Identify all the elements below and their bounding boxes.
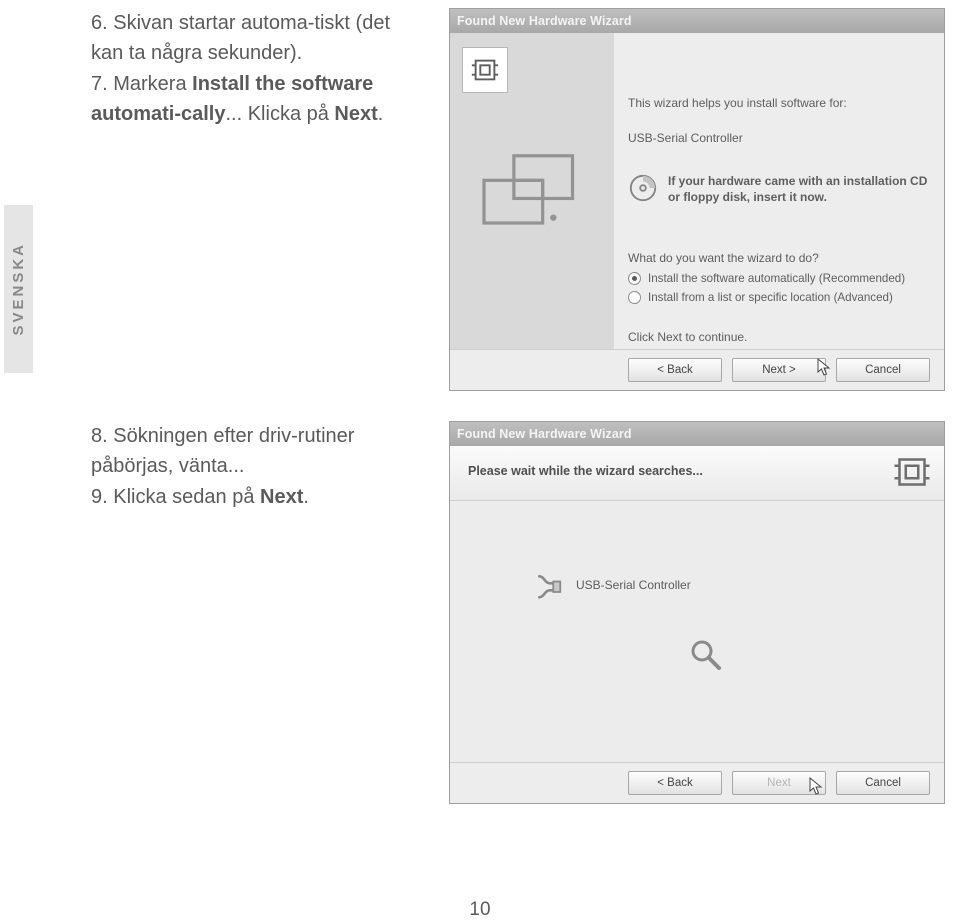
dialog1-continue-text: Click Next to continue.: [628, 330, 747, 344]
searching-icon: [688, 637, 724, 678]
dialog1-titlebar: Found New Hardware Wizard: [450, 9, 944, 33]
radio-install-list[interactable]: Install from a list or specific location…: [628, 291, 893, 304]
mouse-cursor-icon: [809, 777, 824, 797]
dialog1-button-bar: < Back Next > Cancel: [450, 349, 944, 390]
cd-hint-line1: If your hardware came with an installati…: [668, 174, 927, 188]
radio-list-indicator: [628, 291, 641, 304]
step9-bold: Next: [260, 486, 303, 508]
radio-list-label: Install from a list or specific location…: [648, 291, 893, 304]
dialog2-device-name: USB-Serial Controller: [576, 578, 691, 592]
dialog1-title: Found New Hardware Wizard: [457, 14, 632, 28]
cancel-button[interactable]: Cancel: [836, 771, 930, 795]
found-new-hardware-wizard-dialog-1: Found New Hardware Wizard This wizard he…: [449, 8, 945, 391]
step8-text: 8. Sökningen efter driv-rutiner påbörjas…: [91, 425, 354, 477]
cd-hint-line2: or floppy disk, insert it now.: [668, 190, 827, 204]
step6-text: 6. Skivan startar automa-tiskt (det kan …: [91, 12, 390, 64]
back-button[interactable]: < Back: [628, 358, 722, 382]
dialog2-button-bar: < Back Next Cancel: [450, 762, 944, 803]
dialog2-body: USB-Serial Controller: [450, 501, 944, 762]
step7-post: ... Klicka på: [225, 103, 334, 125]
hardware-chip-icon: [892, 452, 932, 492]
step9-end: .: [303, 486, 309, 508]
back-button[interactable]: < Back: [628, 771, 722, 795]
step7-end: .: [378, 103, 384, 125]
dialog2-titlebar: Found New Hardware Wizard: [450, 422, 944, 446]
radio-install-auto[interactable]: Install the software automatically (Reco…: [628, 272, 905, 285]
step7-pre: 7. Markera: [91, 73, 192, 95]
found-new-hardware-wizard-dialog-2: Found New Hardware Wizard Please wait wh…: [449, 421, 945, 804]
radio-auto-label: Install the software automatically (Reco…: [648, 272, 905, 285]
dialog1-cd-hint: If your hardware came with an installati…: [628, 173, 928, 205]
dialog1-question: What do you want the wizard to do?: [628, 251, 819, 265]
wizard-graphic-icon: [475, 143, 589, 239]
step7-next: Next: [334, 103, 377, 125]
connector-icon: [534, 571, 562, 599]
mouse-cursor-icon: [817, 358, 832, 378]
dialog1-device-name: USB-Serial Controller: [628, 131, 743, 145]
cd-icon: [628, 173, 658, 203]
language-tab: SVENSKA: [4, 205, 33, 373]
dialog1-intro-text: This wizard helps you install software f…: [628, 96, 847, 110]
dialog2-title: Found New Hardware Wizard: [457, 427, 632, 441]
page-number: 10: [0, 899, 960, 921]
next-button[interactable]: Next >: [732, 358, 826, 382]
step9-pre: 9. Klicka sedan på: [91, 486, 260, 508]
dialog2-header-text: Please wait while the wizard searches...: [468, 464, 703, 478]
language-label: SVENSKA: [10, 242, 27, 336]
instruction-step-6-7: 6. Skivan startar automa-tiskt (det kan …: [91, 8, 421, 130]
radio-auto-indicator: [628, 272, 641, 285]
hardware-chip-icon: [470, 55, 500, 85]
device-row: USB-Serial Controller: [534, 571, 691, 599]
hardware-icon-box: [462, 47, 508, 93]
instruction-step-8-9: 8. Sökningen efter driv-rutiner påbörjas…: [91, 421, 421, 512]
dialog1-body: This wizard helps you install software f…: [450, 33, 944, 349]
cancel-button[interactable]: Cancel: [836, 358, 930, 382]
dialog2-header: Please wait while the wizard searches...: [450, 446, 944, 501]
